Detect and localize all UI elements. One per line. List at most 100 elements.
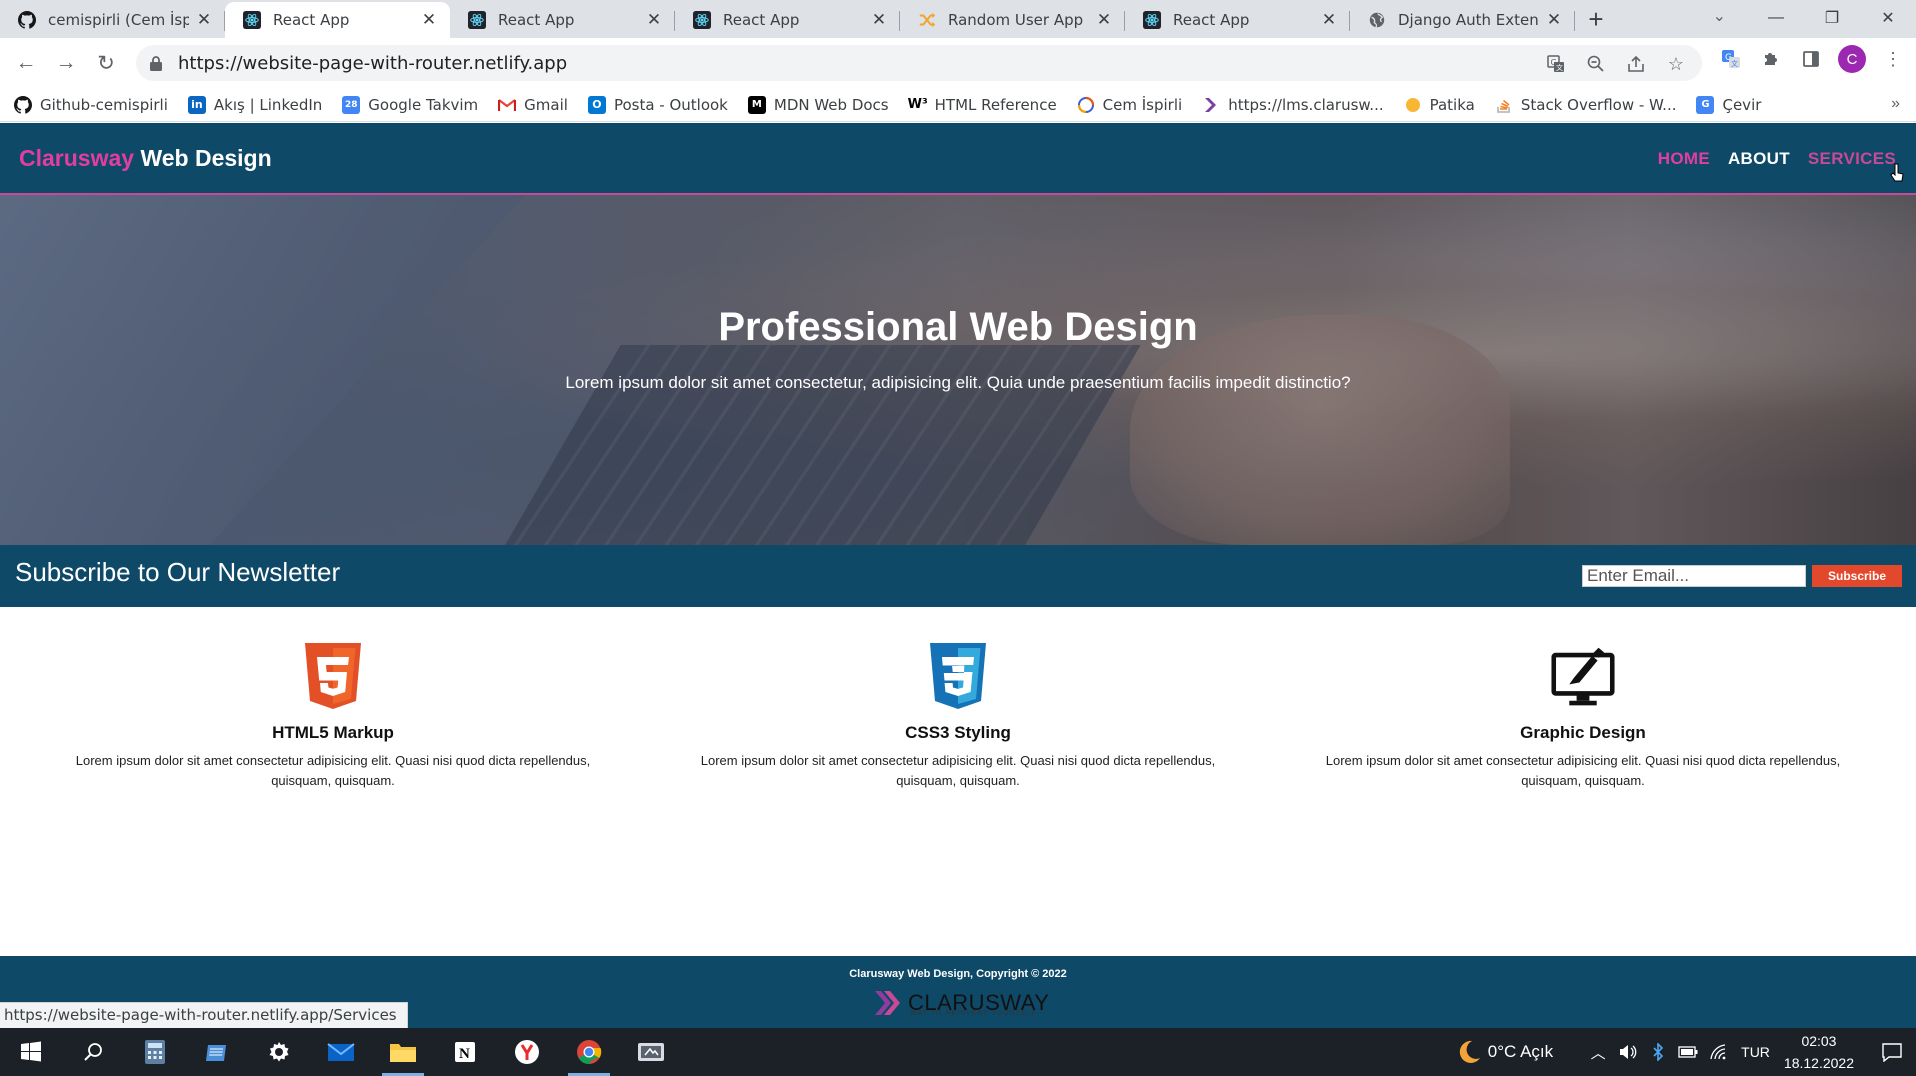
taskbar-clock[interactable]: 02:03 18.12.2022: [1784, 1030, 1854, 1074]
newsletter-email-input[interactable]: [1582, 565, 1806, 587]
browser-tab[interactable]: cemispirli (Cem İspirli) ✕: [0, 2, 225, 38]
calendar-icon: 28: [342, 95, 361, 114]
bookmark-item[interactable]: Patika: [1404, 96, 1475, 114]
weather-widget[interactable]: 0°C Açık: [1456, 1039, 1553, 1065]
windows-start-icon[interactable]: [0, 1028, 62, 1076]
yandex-icon[interactable]: [496, 1028, 558, 1076]
browser-tab[interactable]: React App ✕: [675, 2, 900, 38]
close-icon[interactable]: ✕: [1320, 10, 1338, 30]
clarusway-logo[interactable]: CLARUSWAY WAY TO REINVENT YOURSELF: [872, 986, 1052, 1020]
url-text[interactable]: https://website-page-with-router.netlify…: [178, 53, 567, 74]
bookmark-item[interactable]: Gmail: [498, 96, 568, 114]
bookmark-item[interactable]: Github-cemispirli: [14, 95, 168, 114]
close-icon[interactable]: ✕: [1545, 10, 1563, 30]
bookmark-label: Google Takvim: [368, 95, 479, 114]
menu-kebab-icon[interactable]: ⋮: [1880, 46, 1906, 72]
bookmark-item[interactable]: M MDN Web Docs: [747, 95, 889, 114]
bookmark-item[interactable]: W³ HTML Reference: [908, 95, 1057, 114]
forward-arrow-icon[interactable]: →: [46, 43, 86, 83]
nav-about-link[interactable]: ABOUT: [1728, 149, 1790, 169]
browser-tab[interactable]: React App ✕: [1125, 2, 1350, 38]
tab-title: React App: [273, 11, 350, 29]
feature-title: CSS3 Styling: [905, 723, 1011, 742]
react-icon: [1143, 11, 1161, 29]
bookmark-item[interactable]: 28 Google Takvim: [342, 95, 479, 114]
close-icon[interactable]: ✕: [420, 10, 438, 30]
bookmark-item[interactable]: https://lms.clarusw...: [1202, 95, 1384, 114]
back-arrow-icon[interactable]: ←: [6, 43, 46, 83]
new-tab-button[interactable]: +: [1579, 2, 1613, 36]
extensions-puzzle-icon[interactable]: [1758, 46, 1784, 72]
snipping-tool-icon[interactable]: [620, 1028, 682, 1076]
bookmark-star-icon[interactable]: ☆: [1664, 52, 1688, 76]
share-icon[interactable]: [1624, 52, 1648, 76]
close-icon[interactable]: ✕: [645, 10, 663, 30]
language-indicator[interactable]: TUR: [1741, 1044, 1770, 1060]
svg-text:文: 文: [1731, 59, 1738, 68]
bookmark-item[interactable]: O Posta - Outlook: [587, 95, 728, 114]
bookmark-item[interactable]: Cem İspirli: [1077, 96, 1182, 114]
clock-time: 02:03: [1801, 1033, 1837, 1049]
bookmark-item[interactable]: G Çevir: [1696, 95, 1761, 114]
windows-taskbar: N 0°C Açık ︿ TUR 02:03 18.12.2022: [0, 1028, 1916, 1076]
subscribe-button[interactable]: Subscribe: [1812, 565, 1902, 587]
restore-icon[interactable]: ❐: [1804, 0, 1860, 36]
browser-toolbar: ← → ↻ https://website-page-with-router.n…: [0, 38, 1916, 88]
translate-icon[interactable]: G文: [1544, 52, 1568, 76]
profile-avatar[interactable]: C: [1838, 45, 1866, 73]
tab-separator: [1574, 11, 1575, 31]
close-icon[interactable]: ✕: [870, 10, 888, 30]
battery-icon[interactable]: [1673, 1046, 1703, 1058]
window-close-icon[interactable]: ✕: [1860, 0, 1916, 36]
lock-icon[interactable]: [150, 55, 164, 71]
moon-icon: [1459, 1040, 1480, 1063]
bookmark-label: Patika: [1429, 95, 1475, 114]
bookmark-label: HTML Reference: [934, 95, 1057, 114]
bookmark-label: https://lms.clarusw...: [1228, 95, 1384, 114]
browser-tab[interactable]: Random User App ✕: [900, 2, 1125, 38]
address-bar[interactable]: https://website-page-with-router.netlify…: [136, 45, 1702, 81]
bookmark-label: Github-cemispirli: [40, 95, 168, 114]
html5-icon: [305, 643, 361, 709]
side-panel-icon[interactable]: [1798, 46, 1824, 72]
tab-title: Django Auth Extendin: [1398, 11, 1539, 29]
calculator-icon[interactable]: [124, 1028, 186, 1076]
notifications-icon[interactable]: [1868, 1028, 1916, 1076]
google-translate-extension-icon[interactable]: G文: [1718, 46, 1744, 72]
file-explorer-icon[interactable]: [372, 1028, 434, 1076]
outlook-icon: O: [587, 95, 606, 114]
chrome-icon[interactable]: [558, 1028, 620, 1076]
web-page: Clarusway Web Design HOME ABOUT SERVICES…: [0, 123, 1916, 1028]
reload-icon[interactable]: ↻: [86, 43, 126, 83]
site-brand[interactable]: Clarusway Web Design: [19, 145, 272, 172]
notepad-icon[interactable]: [186, 1028, 248, 1076]
nav-links: HOME ABOUT SERVICES: [1658, 123, 1896, 195]
hero-title: Professional Web Design: [718, 305, 1198, 349]
mail-icon[interactable]: [310, 1028, 372, 1076]
show-hidden-icons-chevron-icon[interactable]: ︿: [1583, 1042, 1613, 1063]
bookmark-item[interactable]: in Akış | LinkedIn: [187, 95, 322, 114]
nav-services-link[interactable]: SERVICES: [1808, 149, 1896, 169]
tab-search-chevron-icon[interactable]: ⌄: [1713, 6, 1726, 26]
search-icon[interactable]: [62, 1028, 124, 1076]
browser-tab-active[interactable]: React App ✕: [225, 2, 450, 38]
stackoverflow-icon: [1495, 96, 1513, 114]
volume-icon[interactable]: [1613, 1044, 1643, 1060]
bookmarks-overflow-icon[interactable]: »: [1891, 95, 1900, 113]
zoom-out-icon[interactable]: [1584, 52, 1608, 76]
bookmark-item[interactable]: Stack Overflow - W...: [1495, 96, 1676, 114]
notion-icon[interactable]: N: [434, 1028, 496, 1076]
close-icon[interactable]: ✕: [1095, 10, 1113, 30]
close-icon[interactable]: ✕: [195, 10, 213, 30]
minimize-icon[interactable]: —: [1748, 0, 1804, 36]
browser-tab[interactable]: Django Auth Extendin ✕: [1350, 2, 1575, 38]
settings-gear-icon[interactable]: [248, 1028, 310, 1076]
wifi-icon[interactable]: [1703, 1044, 1733, 1060]
bluetooth-icon[interactable]: [1643, 1043, 1673, 1061]
translate-icon: G: [1696, 95, 1715, 114]
feature-card-graphic-design: Graphic Design Lorem ipsum dolor sit ame…: [1303, 643, 1863, 791]
svg-text:文: 文: [1556, 63, 1563, 72]
nav-home-link[interactable]: HOME: [1658, 149, 1710, 169]
browser-tab[interactable]: React App ✕: [450, 2, 675, 38]
tab-title: React App: [498, 11, 575, 29]
